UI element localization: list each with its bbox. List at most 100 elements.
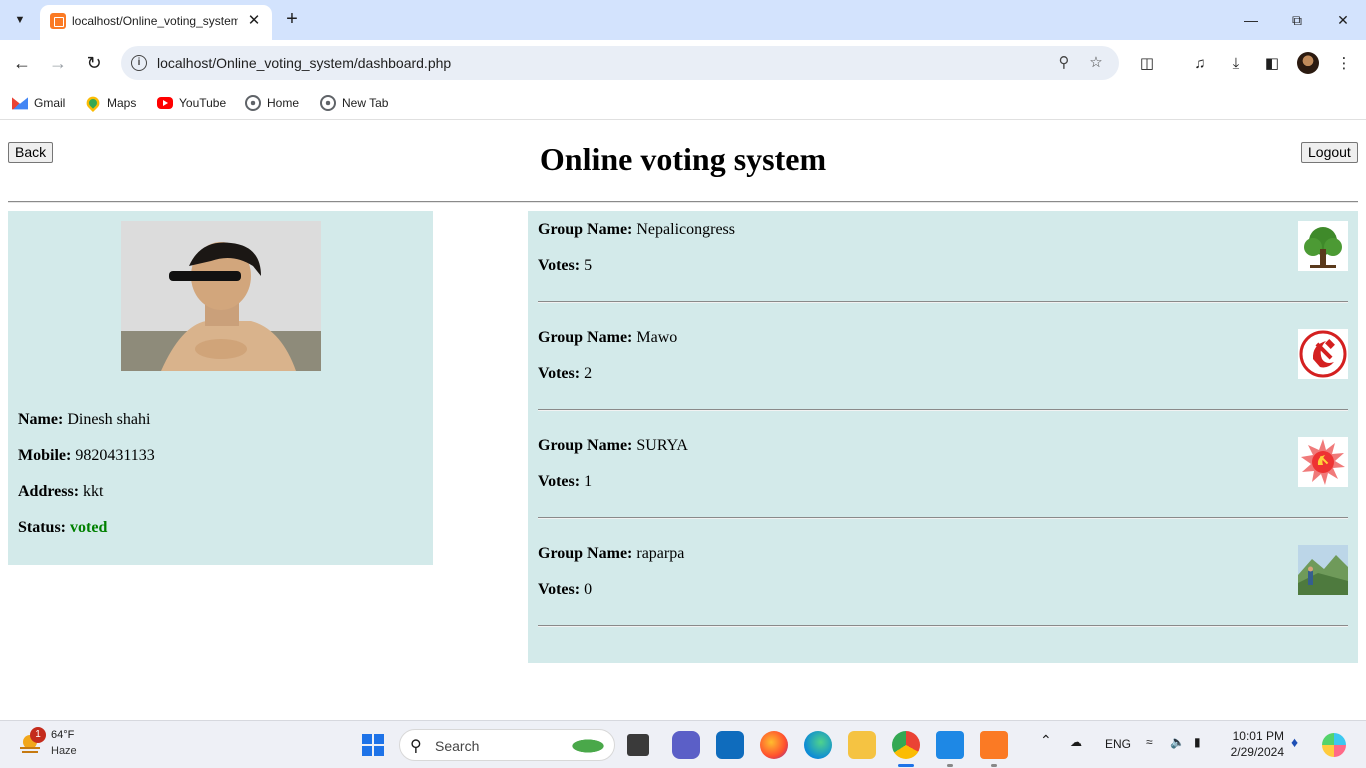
tab-title: localhost/Online_voting_system [72, 14, 238, 28]
status-badge: voted [70, 519, 108, 536]
maps-icon [83, 93, 103, 113]
bookmark-label: Home [267, 96, 300, 110]
group-item: Group Name: SURYA Votes: 1 [528, 427, 1358, 535]
weather-temperature: 64°F [51, 729, 75, 741]
votes-label: Votes: [538, 365, 581, 382]
firefox-icon[interactable] [760, 731, 788, 759]
menu-kebab-icon[interactable]: ⋮ [1333, 53, 1355, 75]
windows-taskbar: 1 64°F Haze ⚲ Search ⌃ ☁ ENG ≈ 🔈 ▮ 10:01… [0, 720, 1366, 768]
reload-icon[interactable]: ↻ [81, 50, 107, 76]
votes-label: Votes: [538, 581, 581, 598]
user-name-row: Name: Dinesh shahi [18, 411, 150, 429]
wifi-icon[interactable]: ≈ [1146, 735, 1153, 749]
search-highlight-icon [572, 736, 612, 756]
dashboard-page: Back Online voting system Logout Name: D… [0, 121, 1366, 720]
address-bar[interactable]: i localhost/Online_voting_system/dashboa… [121, 46, 1119, 80]
browser-tab-active[interactable]: localhost/Online_voting_system ✕ [40, 5, 272, 40]
header-divider [8, 201, 1358, 203]
bookmark-label: Gmail [34, 96, 66, 110]
user-mobile-row: Mobile: 9820431133 [18, 447, 155, 465]
bookmark-new-tab[interactable]: New Tab [320, 93, 388, 113]
minimize-button[interactable]: — [1237, 8, 1265, 32]
tab-search-button[interactable]: ▼ [6, 7, 34, 33]
group-item: Group Name: Nepalicongress Votes: 5 [528, 211, 1358, 319]
teams-meet-icon[interactable] [672, 731, 700, 759]
mail-icon[interactable] [716, 731, 744, 759]
extensions-icon[interactable]: ◫ [1136, 53, 1158, 75]
vscode-running-indicator [947, 764, 953, 767]
clock-date: 2/29/2024 [1230, 745, 1284, 759]
bookmark-star-icon[interactable]: ☆ [1085, 53, 1107, 73]
search-icon: ⚲ [410, 738, 422, 755]
votes-label: Votes: [538, 473, 581, 490]
name-label: Name: [18, 411, 64, 428]
globe-icon [320, 95, 336, 111]
tab-close-icon[interactable]: ✕ [244, 11, 264, 31]
votes-label: Votes: [538, 257, 581, 274]
group-divider [538, 409, 1348, 411]
copilot-icon[interactable] [1322, 733, 1346, 757]
new-tab-button[interactable]: + [280, 7, 304, 33]
edge-icon[interactable] [804, 731, 832, 759]
side-panel-icon[interactable]: ◧ [1261, 53, 1283, 75]
url-text: localhost/Online_voting_system/dashboard… [157, 55, 452, 71]
site-info-icon[interactable]: i [131, 55, 147, 71]
group-divider [538, 517, 1348, 519]
language-indicator[interactable]: ENG [1105, 737, 1131, 751]
bookmark-label: New Tab [342, 96, 389, 110]
group-name: Mawo [636, 329, 678, 346]
group-name: raparpa [636, 545, 685, 562]
file-explorer-icon[interactable] [848, 731, 876, 759]
taskbar-search-box[interactable]: ⚲ Search [399, 729, 615, 761]
show-hidden-icons-icon[interactable]: ⌃ [1040, 732, 1052, 749]
back-arrow-icon[interactable]: ← [9, 50, 35, 76]
download-icon[interactable]: ⤓ [1225, 53, 1247, 75]
bookmark-home[interactable]: Home [245, 93, 299, 113]
group-name-label: Group Name: [538, 221, 633, 238]
media-controls-icon[interactable]: ♫ [1189, 53, 1211, 75]
mobile-label: Mobile: [18, 447, 72, 464]
task-view-icon[interactable] [627, 734, 649, 756]
sun-symbol-icon [1298, 437, 1348, 487]
groups-card: Group Name: Nepalicongress Votes: 5 Grou… [528, 211, 1358, 663]
notification-bell-icon[interactable]: ♦ [1291, 734, 1298, 750]
page-title: Online voting system [539, 141, 827, 177]
xampp-icon[interactable] [980, 731, 1008, 759]
notification-badge: 1 [30, 727, 46, 743]
forward-arrow-icon[interactable]: → [45, 50, 71, 76]
xampp-favicon-icon [50, 13, 66, 29]
xampp-running-indicator [991, 764, 997, 767]
browser-tab-bar: ▼ localhost/Online_voting_system ✕ + — ⧉… [0, 0, 1366, 40]
system-clock[interactable]: 10:01 PM 2/29/2024 [1218, 728, 1284, 760]
group-votes: 0 [584, 581, 593, 598]
volume-icon[interactable]: 🔈 [1170, 735, 1185, 749]
vscode-icon[interactable] [936, 731, 964, 759]
onedrive-icon[interactable]: ☁ [1070, 735, 1082, 749]
logout-button[interactable]: Logout [1301, 142, 1358, 163]
search-placeholder: Search [435, 738, 480, 754]
user-mobile: 9820431133 [75, 447, 155, 464]
restore-button[interactable]: ⧉ [1283, 8, 1311, 32]
chrome-icon[interactable] [892, 731, 920, 759]
bookmark-maps[interactable]: Maps [83, 93, 137, 113]
chrome-active-indicator [898, 764, 914, 767]
weather-condition: Haze [51, 745, 77, 757]
group-item: Group Name: Mawo Votes: 2 [528, 319, 1358, 427]
group-item: Group Name: raparpa Votes: 0 [528, 535, 1358, 643]
group-name-label: Group Name: [538, 329, 633, 346]
close-window-button[interactable]: ✕ [1329, 8, 1357, 32]
bookmark-label: Maps [107, 96, 137, 110]
windows-start-icon[interactable] [362, 734, 384, 756]
bookmark-gmail[interactable]: Gmail [12, 93, 65, 113]
youtube-icon [157, 97, 173, 109]
battery-icon[interactable]: ▮ [1194, 735, 1201, 749]
group-name: SURYA [636, 437, 688, 454]
profile-avatar[interactable] [1297, 52, 1319, 74]
landscape-photo-icon [1298, 545, 1348, 595]
globe-icon [245, 95, 261, 111]
group-name: Nepalicongress [636, 221, 736, 238]
bookmark-youtube[interactable]: YouTube [157, 93, 226, 113]
password-key-icon[interactable]: ⚲ [1053, 53, 1075, 73]
gmail-icon [12, 97, 28, 110]
tree-symbol-icon [1298, 221, 1348, 271]
